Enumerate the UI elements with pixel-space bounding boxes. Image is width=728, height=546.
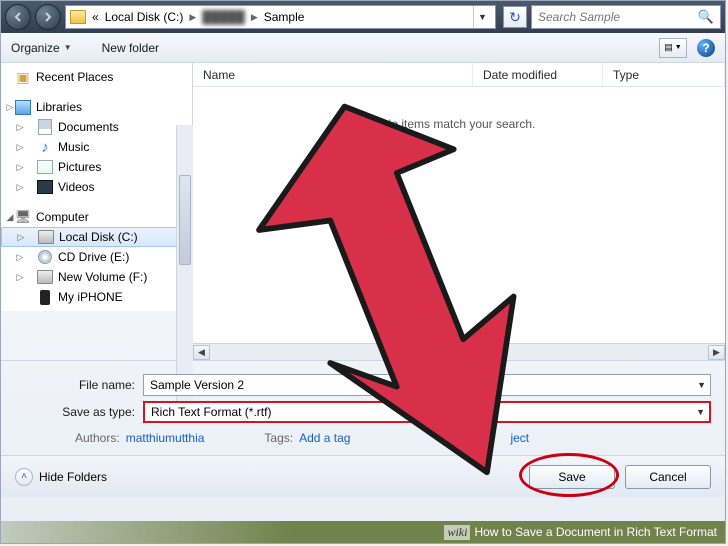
- file-name-input[interactable]: Sample Version 2 ▼: [143, 374, 711, 396]
- column-name[interactable]: Name: [193, 63, 473, 86]
- recent-places-icon: ▣: [15, 69, 31, 85]
- dialog-footer: ˄ Hide Folders Save Cancel: [1, 455, 725, 497]
- caret-icon[interactable]: ▷: [15, 122, 25, 133]
- column-date-modified[interactable]: Date modified: [473, 63, 603, 86]
- music-icon: ♪: [37, 139, 53, 155]
- documents-icon: [37, 119, 53, 135]
- help-button[interactable]: ?: [697, 39, 715, 57]
- breadcrumb-sample[interactable]: Sample: [264, 10, 305, 24]
- refresh-button[interactable]: ↻: [503, 6, 527, 28]
- main-panel: ▣ Recent Places ▷ Libraries ▷ Documents …: [1, 63, 725, 361]
- new-folder-button[interactable]: New folder: [102, 41, 159, 55]
- videos-icon: [37, 179, 53, 195]
- scroll-right-button[interactable]: ▶: [708, 345, 725, 360]
- caret-icon[interactable]: ▷: [15, 252, 25, 263]
- pictures-icon: [37, 159, 53, 175]
- tree-cd-drive[interactable]: ▷ CD Drive (E:): [1, 247, 192, 267]
- search-input[interactable]: Search Sample 🔍: [531, 5, 721, 29]
- address-bar[interactable]: « Local Disk (C:) ▶ █████ ▶ Sample ▼: [65, 5, 496, 29]
- tags-field[interactable]: Tags: Add a tag: [264, 431, 350, 445]
- caret-icon[interactable]: ▷: [16, 232, 26, 243]
- search-placeholder: Search Sample: [538, 10, 620, 24]
- forward-button[interactable]: [35, 4, 61, 30]
- tree-pictures[interactable]: ▷ Pictures: [1, 157, 192, 177]
- cd-icon: [38, 250, 52, 264]
- search-icon: 🔍: [698, 9, 714, 25]
- scrollbar-thumb[interactable]: [179, 175, 191, 265]
- disk-icon: [37, 269, 53, 285]
- save-as-type-label: Save as type:: [15, 405, 143, 419]
- tree-documents[interactable]: ▷ Documents: [1, 117, 192, 137]
- chevron-up-icon: ˄: [15, 468, 33, 486]
- tree-computer[interactable]: ◢ 🖥 Computer: [1, 207, 192, 227]
- metadata-row: Authors: matthiumutthia Tags: Add a tag …: [75, 431, 711, 445]
- view-options-button[interactable]: ▤ ▼: [659, 38, 687, 58]
- tree-music[interactable]: ▷ ♪ Music: [1, 137, 192, 157]
- hide-folders-button[interactable]: ˄ Hide Folders: [15, 468, 107, 486]
- computer-icon: 🖥: [15, 209, 31, 225]
- horizontal-scrollbar[interactable]: ◀ ▶: [193, 343, 725, 360]
- tree-recent-places[interactable]: ▣ Recent Places: [1, 67, 192, 87]
- chevron-right-icon: ▶: [251, 12, 258, 23]
- libraries-icon: [15, 99, 31, 115]
- tree-libraries[interactable]: ▷ Libraries: [1, 97, 192, 117]
- caption-text: How to Save a Document in Rich Text Form…: [474, 525, 717, 539]
- subject-field[interactable]: ject: [510, 431, 529, 445]
- caret-icon[interactable]: ▷: [15, 272, 25, 283]
- titlebar-nav: « Local Disk (C:) ▶ █████ ▶ Sample ▼ ↻ S…: [1, 1, 725, 33]
- caret-icon[interactable]: ▷: [15, 182, 25, 193]
- breadcrumb-redacted[interactable]: █████: [202, 10, 245, 24]
- breadcrumb-prefix: «: [92, 10, 99, 24]
- empty-message: No items match your search.: [193, 117, 725, 131]
- column-headers: Name Date modified Type: [193, 63, 725, 87]
- file-name-label: File name:: [15, 378, 143, 392]
- chevron-right-icon: ▶: [189, 12, 196, 23]
- chevron-down-icon[interactable]: ▼: [697, 380, 706, 390]
- save-button[interactable]: Save: [529, 465, 615, 489]
- folder-tree[interactable]: ▣ Recent Places ▷ Libraries ▷ Documents …: [1, 63, 193, 311]
- caret-icon[interactable]: ◢: [5, 212, 15, 223]
- scroll-left-button[interactable]: ◀: [193, 345, 210, 360]
- folder-icon: [70, 10, 86, 24]
- tree-new-volume[interactable]: ▷ New Volume (F:): [1, 267, 192, 287]
- caret-icon[interactable]: ▷: [5, 102, 15, 113]
- file-list-panel: Name Date modified Type No items match y…: [193, 63, 725, 360]
- organize-button[interactable]: Organize ▼: [11, 41, 72, 55]
- breadcrumb-local-disk[interactable]: Local Disk (C:): [105, 10, 184, 24]
- tree-videos[interactable]: ▷ Videos: [1, 177, 192, 197]
- caret-icon[interactable]: ▷: [15, 162, 25, 173]
- chevron-down-icon: ▼: [64, 43, 72, 52]
- save-form: File name: Sample Version 2 ▼ Save as ty…: [1, 361, 725, 455]
- tree-my-iphone[interactable]: My iPHONE: [1, 287, 192, 307]
- caret-icon[interactable]: ▷: [15, 142, 25, 153]
- scroll-track[interactable]: [210, 345, 708, 360]
- tree-local-disk[interactable]: ▷ Local Disk (C:): [1, 227, 192, 247]
- save-dialog-window: « Local Disk (C:) ▶ █████ ▶ Sample ▼ ↻ S…: [0, 0, 726, 544]
- disk-icon: [38, 229, 54, 245]
- iphone-icon: [37, 289, 53, 305]
- back-button[interactable]: [5, 4, 31, 30]
- toolbar: Organize ▼ New folder ▤ ▼ ?: [1, 33, 725, 63]
- column-type[interactable]: Type: [603, 63, 725, 86]
- cancel-button[interactable]: Cancel: [625, 465, 711, 489]
- authors-field[interactable]: Authors: matthiumutthia: [75, 431, 204, 445]
- chevron-down-icon[interactable]: ▼: [696, 407, 705, 417]
- save-as-type-dropdown[interactable]: Rich Text Format (*.rtf) ▼: [143, 401, 711, 423]
- address-dropdown[interactable]: ▼: [473, 6, 491, 28]
- wiki-brand: wiki: [444, 525, 470, 540]
- watermark-caption: wiki How to Save a Document in Rich Text…: [1, 521, 725, 543]
